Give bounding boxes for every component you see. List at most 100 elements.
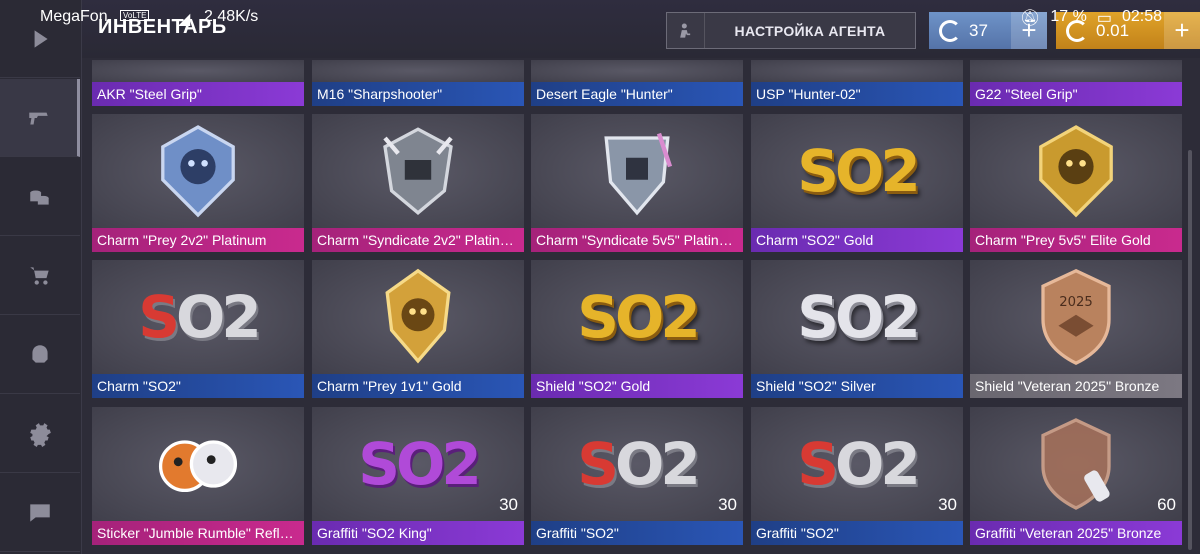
inventory-item[interactable]: Charm "Prey 5v5" Elite Gold: [970, 114, 1182, 252]
sidebar-item-play[interactable]: [0, 0, 80, 78]
item-label: Shield "Veteran 2025" Bronze: [970, 374, 1182, 398]
inventory-item[interactable]: SO2 30 Graffiti "SO2": [751, 407, 963, 545]
pistol-icon: [28, 112, 48, 124]
page-title: ИНВЕНТАРЬ: [98, 16, 227, 38]
silver-balance: 37: [969, 20, 988, 40]
item-label: Charm "Prey 5v5" Elite Gold: [970, 228, 1182, 252]
so2-gold-logo: SO2: [797, 137, 920, 205]
inventory-item[interactable]: SO2 Charm "SO2": [92, 260, 304, 398]
item-label: Graffiti "SO2 King": [312, 521, 524, 545]
item-art: [970, 407, 1182, 521]
item-label: Charm "Syndicate 2v2" Platinum: [312, 228, 524, 252]
inventory-item[interactable]: SO2 Charm "SO2" Gold: [751, 114, 963, 252]
sidebar-item-settings[interactable]: [0, 395, 80, 473]
cart-icon: [30, 266, 49, 285]
item-label: Charm "Syndicate 5v5" Platinum: [531, 228, 743, 252]
gold-balance: 0.01: [1096, 20, 1130, 40]
inventory-item[interactable]: SO2 30 Graffiti "SO2": [531, 407, 743, 545]
item-art: SO2: [92, 260, 304, 374]
silver-coin-icon: [939, 19, 961, 42]
inventory-item[interactable]: Charm "Syndicate 5v5" Platinum: [531, 114, 743, 252]
item-art: [312, 260, 524, 374]
game-screen: ИНВЕНТАРЬ НАСТРОЙКА АГЕНТА 37 + 0.01 + M…: [0, 0, 1200, 554]
inventory-item[interactable]: M16 "Sharpshooter": [312, 60, 524, 106]
inventory-item[interactable]: G22 "Steel Grip": [970, 60, 1182, 106]
top-bar: ИНВЕНТАРЬ НАСТРОЙКА АГЕНТА 37 + 0.01 +: [82, 0, 1200, 58]
inventory-item[interactable]: Sticker "Jumble Rumble" Reflective: [92, 407, 304, 545]
add-gold-button[interactable]: +: [1164, 12, 1200, 49]
so2-king-graffiti: SO2: [358, 430, 481, 498]
item-art: SO2: [751, 114, 963, 228]
silver-currency: 37 +: [929, 12, 1047, 49]
samurai-shield-icon: [604, 132, 673, 216]
tiger-badge-icon: [161, 125, 235, 218]
play-icon: [34, 29, 48, 48]
item-label: Graffiti "SO2": [531, 521, 743, 545]
inventory-grid: AKR "Steel Grip" M16 "Sharpshooter" Dese…: [92, 60, 1182, 554]
item-art: [92, 60, 304, 82]
samurai-badge-icon: [383, 127, 453, 215]
chat-icon: [30, 503, 50, 522]
item-label: Charm "SO2": [92, 374, 304, 398]
item-label: Charm "Prey 1v1" Gold: [312, 374, 524, 398]
item-quantity: 60: [1157, 495, 1176, 514]
item-art: [92, 407, 304, 521]
item-art: [312, 114, 524, 228]
inventory-item[interactable]: SO2 Shield "SO2" Silver: [751, 260, 963, 398]
item-art: [312, 60, 524, 82]
veteran-bronze-shield-icon: 2025: [1041, 268, 1111, 366]
clan-icon: [32, 344, 48, 363]
inventory-item[interactable]: Charm "Syndicate 2v2" Platinum: [312, 114, 524, 252]
add-silver-button[interactable]: +: [1011, 12, 1047, 49]
item-art: SO2: [751, 407, 963, 521]
inventory-item[interactable]: 2025 Shield "Veteran 2025" Bronze: [970, 260, 1182, 398]
agent-icon: [667, 13, 705, 48]
inventory-item[interactable]: SO2 30 Graffiti "SO2 King": [312, 407, 524, 545]
gold-coin-icon: [1066, 19, 1088, 42]
inventory-item[interactable]: AKR "Steel Grip": [92, 60, 304, 106]
sidebar-item-coins[interactable]: [0, 158, 80, 236]
inventory-item[interactable]: Charm "Prey 1v1" Gold: [312, 260, 524, 398]
inventory-scrollbar[interactable]: [1188, 150, 1192, 550]
sidebar-item-clan[interactable]: [0, 316, 80, 394]
inventory-item[interactable]: Desert Eagle "Hunter": [531, 60, 743, 106]
item-art: [970, 60, 1182, 82]
item-art: [970, 114, 1182, 228]
so2-graffiti-logo: SO2: [577, 430, 700, 498]
item-label: Sticker "Jumble Rumble" Reflective: [92, 521, 304, 545]
agent-settings-button[interactable]: НАСТРОЙКА АГЕНТА: [666, 12, 916, 49]
so2-gold-shield-logo: SO2: [577, 283, 700, 351]
sidebar-item-inventory[interactable]: [0, 79, 80, 157]
svg-text:2025: 2025: [1059, 295, 1093, 310]
item-art: SO2: [531, 260, 743, 374]
jumble-rumble-sticker-icon: [158, 440, 238, 493]
item-art: SO2: [531, 407, 743, 521]
item-art: [531, 60, 743, 82]
so2-graffiti-logo: SO2: [797, 430, 920, 498]
item-label: USP "Hunter-02": [751, 82, 963, 106]
item-label: Charm "SO2" Gold: [751, 228, 963, 252]
item-label: Shield "SO2" Silver: [751, 374, 963, 398]
veteran-graffiti-icon: [1041, 418, 1111, 510]
item-label: Graffiti "Veteran 2025" Bronze: [970, 521, 1182, 545]
sidebar-item-shop[interactable]: [0, 237, 80, 315]
item-art: 2025: [970, 260, 1182, 374]
agent-settings-label: НАСТРОЙКА АГЕНТА: [734, 22, 886, 39]
item-art: SO2: [312, 407, 524, 521]
inventory-item[interactable]: 60 Graffiti "Veteran 2025" Bronze: [970, 407, 1182, 545]
tiger-gold-charm-icon: [385, 268, 451, 364]
inventory-item[interactable]: USP "Hunter-02": [751, 60, 963, 106]
item-art: [92, 114, 304, 228]
so2-silver-logo: SO2: [797, 283, 920, 351]
item-label: Desert Eagle "Hunter": [531, 82, 743, 106]
sidebar-item-chat[interactable]: [0, 474, 80, 552]
item-label: G22 "Steel Grip": [970, 82, 1182, 106]
item-label: M16 "Sharpshooter": [312, 82, 524, 106]
inventory-item[interactable]: SO2 Shield "SO2" Gold: [531, 260, 743, 398]
item-art: SO2: [751, 260, 963, 374]
item-quantity: 30: [718, 495, 737, 514]
inventory-item[interactable]: Charm "Prey 2v2" Platinum: [92, 114, 304, 252]
item-label: AKR "Steel Grip": [92, 82, 304, 106]
item-quantity: 30: [499, 495, 518, 514]
gear-icon: [30, 422, 51, 447]
